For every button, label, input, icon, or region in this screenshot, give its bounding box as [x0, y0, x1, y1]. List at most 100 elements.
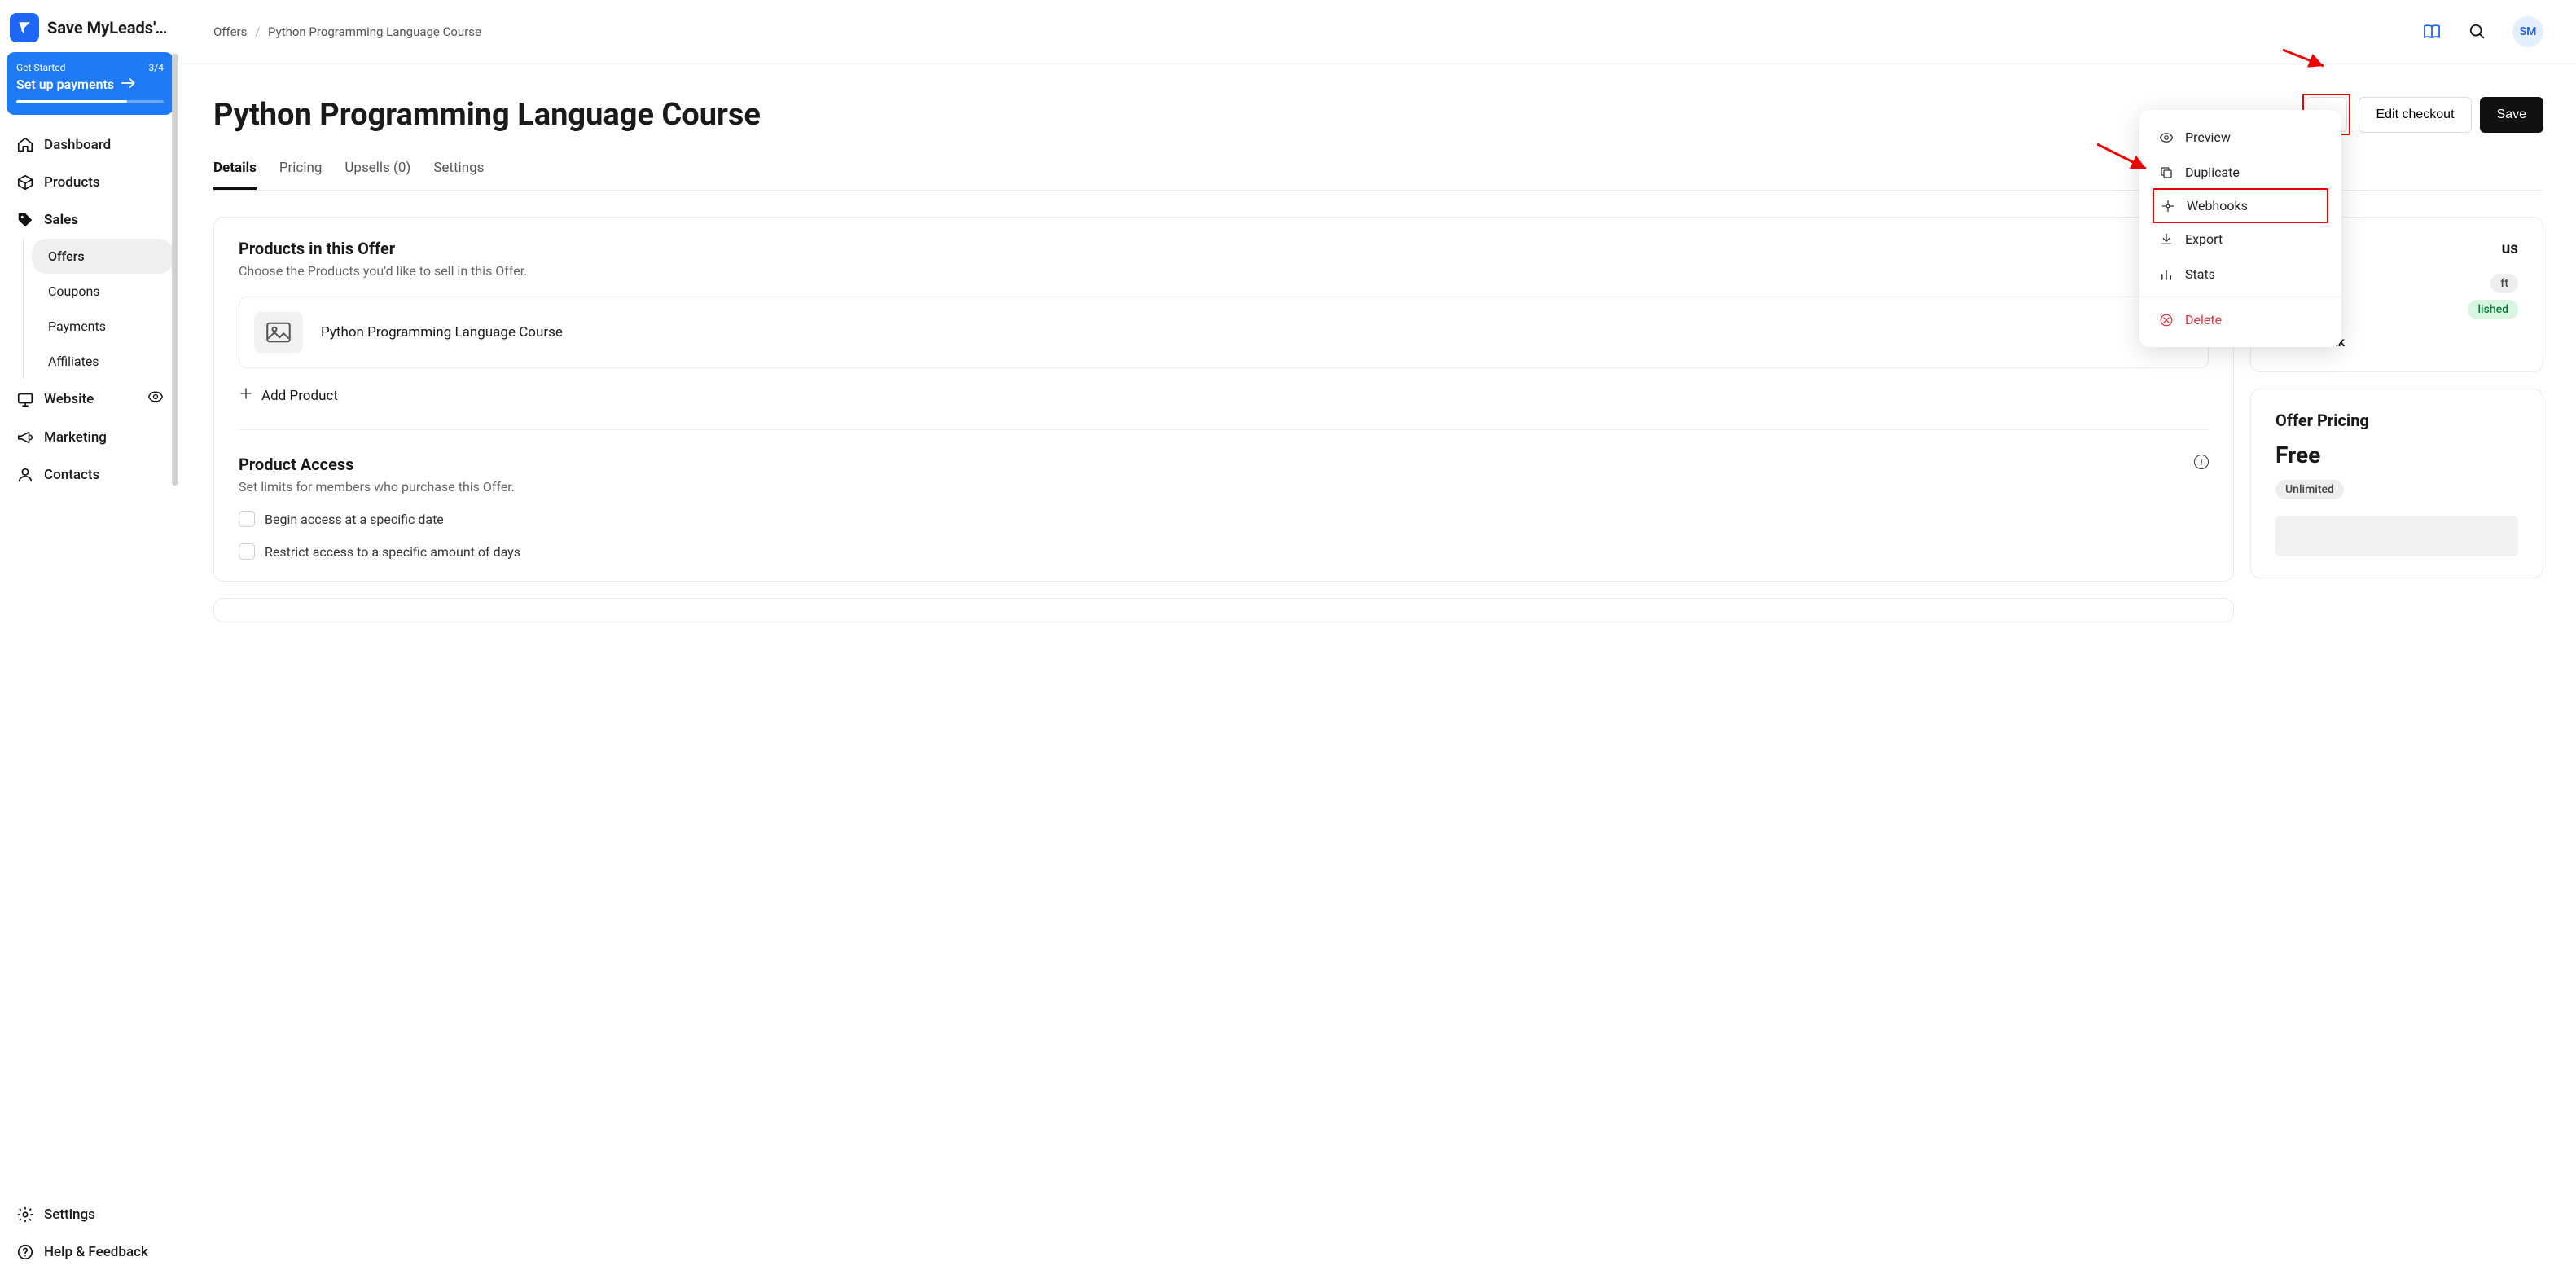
app-title[interactable]: Save MyLeads's F… — [47, 18, 170, 37]
sidebar-sub-coupons[interactable]: Coupons — [32, 274, 173, 309]
topbar: Offers / Python Programming Language Cou… — [181, 0, 2576, 64]
dropdown-stats[interactable]: Stats — [2139, 257, 2341, 292]
sidebar-item-products[interactable]: Products — [7, 164, 173, 201]
copy-icon — [2159, 165, 2174, 180]
delete-icon — [2159, 313, 2174, 327]
dropdown-webhooks[interactable]: Webhooks — [2154, 190, 2327, 222]
dropdown-label: Export — [2185, 231, 2223, 247]
products-card-title: Products in this Offer — [239, 239, 2209, 258]
dropdown-label: Stats — [2185, 266, 2215, 282]
download-icon — [2159, 232, 2174, 247]
sidebar: Save MyLeads's F… Get Started 3/4 Set up… — [0, 0, 181, 1279]
sidebar-item-settings[interactable]: Settings — [7, 1196, 173, 1233]
annotation-arrow-top — [2283, 46, 2332, 71]
user-icon — [16, 466, 34, 484]
sidebar-label: Sales — [44, 212, 78, 228]
stats-icon — [2159, 267, 2174, 282]
save-button[interactable]: Save — [2480, 97, 2543, 133]
breadcrumb-current: Python Programming Language Course — [268, 24, 481, 39]
sidebar-item-contacts[interactable]: Contacts — [7, 456, 173, 494]
sidebar-label: Dashboard — [44, 137, 111, 153]
eye-icon — [2159, 130, 2174, 145]
tag-icon — [16, 211, 34, 229]
gear-icon — [16, 1206, 34, 1224]
dropdown-webhooks-highlight: Webhooks — [2153, 188, 2328, 223]
sidebar-label: Marketing — [44, 429, 107, 446]
docs-icon[interactable] — [2421, 21, 2442, 42]
plus-icon — [239, 386, 253, 405]
dropdown-label: Webhooks — [2187, 198, 2248, 213]
dropdown-duplicate[interactable]: Duplicate — [2139, 155, 2341, 190]
sidebar-sub-affiliates[interactable]: Affiliates — [32, 344, 173, 379]
get-started-progress-text: 3/4 — [149, 62, 164, 73]
add-product-label: Add Product — [261, 388, 338, 404]
sidebar-label: Products — [44, 174, 100, 191]
access-restrict-days[interactable]: Restrict access to a specific amount of … — [239, 543, 2209, 560]
offer-pricing-card: Offer Pricing Free Unlimited — [2250, 389, 2543, 578]
sidebar-sub-payments[interactable]: Payments — [32, 309, 173, 344]
offer-pricing-title: Offer Pricing — [2275, 411, 2518, 430]
help-icon — [16, 1243, 34, 1261]
checkbox-label: Begin access at a specific date — [265, 512, 444, 527]
dropdown-label: Preview — [2185, 130, 2231, 145]
products-card-sub: Choose the Products you'd like to sell i… — [239, 263, 2209, 279]
sidebar-item-dashboard[interactable]: Dashboard — [7, 126, 173, 164]
get-started-label: Get Started — [16, 62, 65, 73]
edit-checkout-button[interactable]: Edit checkout — [2359, 97, 2471, 133]
sidebar-item-marketing[interactable]: Marketing — [7, 419, 173, 456]
sidebar-item-help[interactable]: Help & Feedback — [7, 1233, 173, 1271]
tab-settings[interactable]: Settings — [433, 153, 484, 190]
access-card-title: Product Access — [239, 455, 515, 474]
home-icon — [16, 136, 34, 154]
info-icon[interactable]: i — [2194, 455, 2209, 469]
checkbox[interactable] — [239, 543, 255, 560]
image-icon — [254, 312, 303, 353]
dropdown-label: Delete — [2185, 312, 2222, 327]
box-icon — [16, 174, 34, 191]
sidebar-item-sales[interactable]: Sales — [7, 201, 173, 239]
get-started-progress-bar — [16, 100, 164, 103]
monitor-icon — [16, 390, 34, 408]
breadcrumb-sep: / — [255, 24, 260, 39]
get-started-card[interactable]: Get Started 3/4 Set up payments — [7, 52, 173, 115]
checkbox-label: Restrict access to a specific amount of … — [265, 544, 520, 560]
tab-upsells[interactable]: Upsells (0) — [344, 153, 410, 190]
app-logo[interactable] — [10, 13, 39, 42]
offer-price: Free — [2275, 442, 2518, 468]
checkbox[interactable] — [239, 511, 255, 527]
avatar[interactable]: SM — [2512, 16, 2543, 47]
page-title: Python Programming Language Course — [213, 97, 761, 133]
dropdown-delete[interactable]: Delete — [2139, 302, 2341, 337]
arrow-right-icon — [121, 77, 137, 92]
pricing-placeholder — [2275, 516, 2518, 556]
add-product-button[interactable]: Add Product — [239, 386, 2209, 405]
tab-pricing[interactable]: Pricing — [279, 153, 323, 190]
dropdown-export[interactable]: Export — [2139, 222, 2341, 257]
product-name: Python Programming Language Course — [321, 324, 563, 341]
search-icon[interactable] — [2467, 21, 2488, 42]
dropdown-label: Duplicate — [2185, 165, 2240, 180]
sidebar-sub-offers[interactable]: Offers — [32, 239, 173, 274]
access-begin-date[interactable]: Begin access at a specific date — [239, 511, 2209, 527]
product-row[interactable]: Python Programming Language Course — [239, 297, 2209, 368]
card-divider — [239, 429, 2209, 430]
scrollbar[interactable] — [172, 52, 180, 1193]
sidebar-item-website[interactable]: Website — [7, 379, 173, 419]
eye-icon[interactable] — [147, 389, 164, 409]
sidebar-label: Help & Feedback — [44, 1244, 148, 1260]
access-card-sub: Set limits for members who purchase this… — [239, 479, 515, 494]
status-badge-draft: ft — [2490, 274, 2518, 293]
annotation-arrow-webhooks — [2097, 141, 2154, 174]
sidebar-sales-submenu: Offers Coupons Payments Affiliates — [23, 239, 173, 379]
next-card — [213, 598, 2234, 622]
tab-details[interactable]: Details — [213, 153, 257, 190]
breadcrumb-root[interactable]: Offers — [213, 24, 247, 39]
sidebar-label: Settings — [44, 1206, 95, 1223]
more-dropdown: Preview Duplicate — [2139, 110, 2341, 347]
pricing-badge: Unlimited — [2275, 480, 2344, 499]
dropdown-preview[interactable]: Preview — [2139, 120, 2341, 155]
get-started-cta: Set up payments — [16, 77, 114, 92]
status-badge-published: lished — [2468, 300, 2518, 319]
breadcrumb: Offers / Python Programming Language Cou… — [213, 24, 481, 39]
megaphone-icon — [16, 429, 34, 446]
